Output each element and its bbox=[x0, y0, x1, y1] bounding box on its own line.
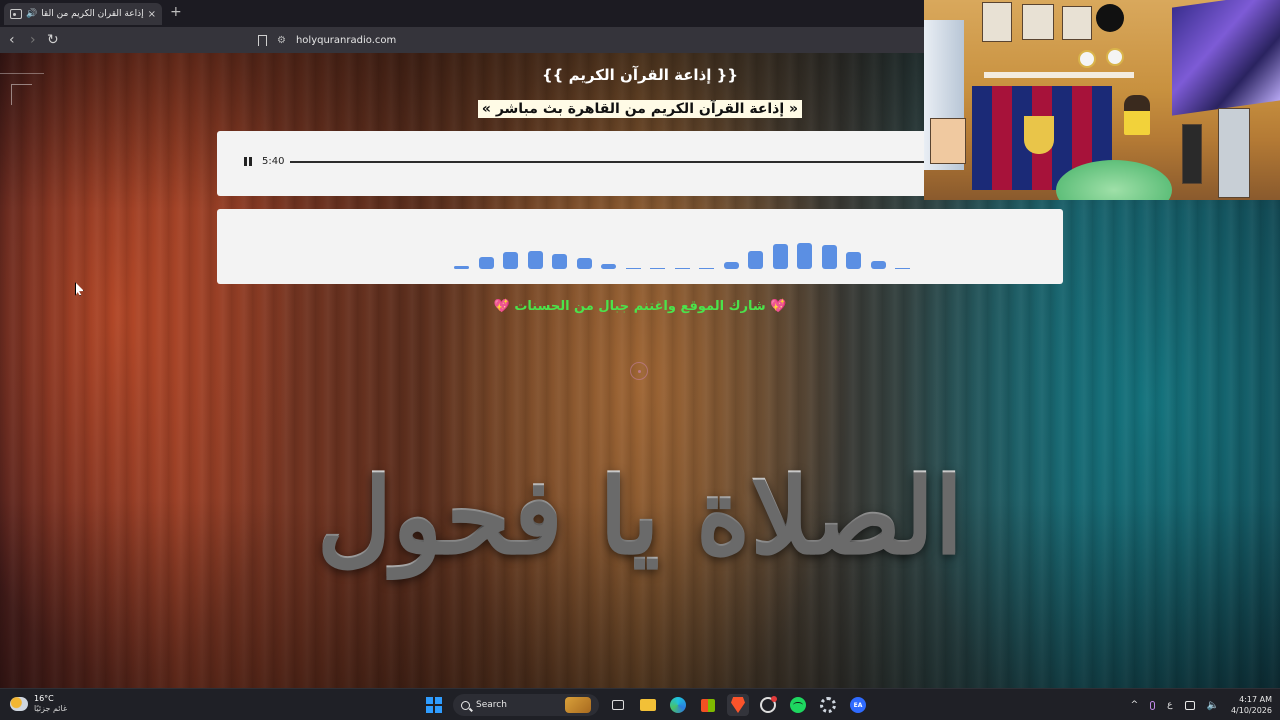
obs-button[interactable] bbox=[757, 694, 779, 716]
webcam-tv bbox=[1172, 0, 1280, 116]
page-subheading: « إذاعة القرآن الكريم من القاهرة بث مباش… bbox=[477, 100, 803, 118]
visualizer-bar bbox=[601, 264, 616, 269]
visualizer-bar bbox=[797, 243, 812, 269]
visualizer-bar bbox=[748, 251, 763, 269]
visualizer-bar bbox=[675, 268, 690, 269]
new-tab-button[interactable]: + bbox=[170, 4, 182, 20]
tray-overflow-chevron-icon[interactable]: ^ bbox=[1131, 700, 1139, 710]
taskbar-apps: Search EA bbox=[423, 693, 869, 717]
webcam-poster bbox=[982, 2, 1012, 42]
visualizer-bar bbox=[528, 251, 543, 269]
network-icon[interactable] bbox=[1184, 700, 1195, 710]
weather-text: 16°C غائم جزئيًا bbox=[34, 694, 67, 714]
webcam-poster bbox=[930, 118, 966, 164]
webcam-poster bbox=[1062, 6, 1092, 40]
webcam-vinyl-record bbox=[1096, 4, 1124, 32]
tab-audio-icon[interactable]: 🔊 bbox=[26, 9, 37, 19]
reload-button[interactable]: ↻ bbox=[47, 31, 59, 49]
visualizer-bar bbox=[626, 268, 641, 269]
weather-temp: 16°C bbox=[34, 694, 54, 703]
language-indicator[interactable]: ع bbox=[1167, 700, 1172, 710]
browser-tab-active[interactable]: 🔊 إذاعة القرآن الكريم من القاهرة × bbox=[4, 3, 162, 25]
visualizer-bar bbox=[479, 257, 494, 269]
player-time: 5:40 bbox=[262, 156, 285, 167]
visualizer-bar bbox=[699, 268, 714, 269]
clock[interactable]: 4:17 AM 4/10/2026 bbox=[1231, 694, 1272, 716]
webcam-shelf bbox=[984, 72, 1134, 78]
pause-icon[interactable] bbox=[244, 157, 252, 167]
taskbar-search[interactable]: Search bbox=[453, 694, 599, 716]
store-icon bbox=[701, 698, 715, 712]
system-tray: ^ ع 🔈 4:17 AM 4/10/2026 bbox=[1131, 693, 1272, 717]
visualizer-bar bbox=[503, 252, 518, 269]
spotify-icon bbox=[790, 697, 806, 713]
url-text[interactable]: holyquranradio.com bbox=[296, 35, 396, 46]
ea-icon: EA bbox=[850, 697, 866, 713]
ea-app-button[interactable]: EA bbox=[847, 694, 869, 716]
search-highlight-icon bbox=[565, 697, 591, 713]
webcam-poster bbox=[1182, 124, 1202, 184]
record-icon bbox=[760, 696, 777, 713]
address-bar[interactable]: ⚙ holyquranradio.com bbox=[258, 30, 938, 50]
microphone-icon[interactable] bbox=[1150, 700, 1156, 710]
visualizer-bar bbox=[724, 262, 739, 269]
calligraphy-text: الصلاة يا فحول bbox=[0, 453, 1280, 576]
heart-icon: 💖 bbox=[493, 299, 510, 314]
visualizer-bar bbox=[895, 268, 910, 269]
store-button[interactable] bbox=[697, 694, 719, 716]
weather-desc: غائم جزئيًا bbox=[34, 704, 68, 713]
webcam-ball bbox=[1106, 48, 1124, 66]
visualizer-bar bbox=[650, 268, 665, 269]
clock-time: 4:17 AM bbox=[1239, 695, 1272, 704]
bookmark-icon[interactable] bbox=[258, 34, 267, 50]
webcam-ball bbox=[1078, 50, 1096, 68]
task-view-button[interactable] bbox=[607, 694, 629, 716]
mouse-cursor-icon bbox=[75, 282, 84, 296]
player-progress-track[interactable] bbox=[290, 161, 1030, 163]
weather-widget[interactable]: 16°C غائم جزئيًا bbox=[10, 694, 67, 714]
visualizer-bar bbox=[871, 261, 886, 269]
brave-icon bbox=[731, 697, 745, 713]
folder-icon bbox=[640, 699, 656, 711]
tab-title: إذاعة القرآن الكريم من القاهرة bbox=[41, 9, 144, 19]
visualizer-bar bbox=[552, 254, 567, 269]
share-message: 💖 شارك الموقع واغتنم جبال من الحسنات 💖 bbox=[0, 299, 1280, 314]
settings-button[interactable] bbox=[817, 694, 839, 716]
file-explorer-button[interactable] bbox=[637, 694, 659, 716]
search-icon bbox=[461, 700, 470, 710]
volume-icon[interactable]: 🔈 bbox=[1207, 700, 1219, 711]
visualizer-bar bbox=[577, 258, 592, 269]
visualizer-bar bbox=[773, 244, 788, 269]
tab-close-icon[interactable]: × bbox=[148, 9, 156, 20]
visualizer-bar bbox=[846, 252, 861, 269]
webcam-poster bbox=[1218, 108, 1250, 198]
windows-logo-icon bbox=[426, 697, 442, 713]
visualizer-bar bbox=[454, 266, 469, 269]
gear-icon bbox=[820, 697, 836, 713]
edge-button[interactable] bbox=[667, 694, 689, 716]
spotify-button[interactable] bbox=[787, 694, 809, 716]
webcam-figure bbox=[1124, 95, 1150, 135]
visualizer-bar bbox=[822, 245, 837, 269]
webcam-overlay bbox=[924, 0, 1280, 200]
brave-button[interactable] bbox=[727, 694, 749, 716]
partly-cloudy-icon bbox=[10, 697, 28, 711]
loading-spinner-icon bbox=[630, 362, 648, 380]
forward-button[interactable]: › bbox=[30, 31, 36, 49]
edge-icon bbox=[670, 697, 686, 713]
site-info-icon[interactable]: ⚙ bbox=[277, 35, 286, 46]
windows-taskbar: 16°C غائم جزئيًا Search EA ^ ع 🔈 4:17 AM… bbox=[0, 688, 1280, 720]
visualizer-bars bbox=[454, 229, 914, 269]
radio-favicon-icon bbox=[10, 9, 22, 19]
search-label: Search bbox=[476, 700, 507, 710]
clock-date: 4/10/2026 bbox=[1230, 706, 1272, 715]
heart-icon: 💖 bbox=[770, 299, 787, 314]
back-button[interactable]: ‹ bbox=[9, 31, 15, 49]
audio-visualizer bbox=[217, 209, 1063, 284]
task-view-icon bbox=[612, 700, 624, 710]
share-text: شارك الموقع واغتنم جبال من الحسنات bbox=[514, 299, 766, 314]
start-button[interactable] bbox=[423, 694, 445, 716]
webcam-poster bbox=[1022, 4, 1054, 40]
